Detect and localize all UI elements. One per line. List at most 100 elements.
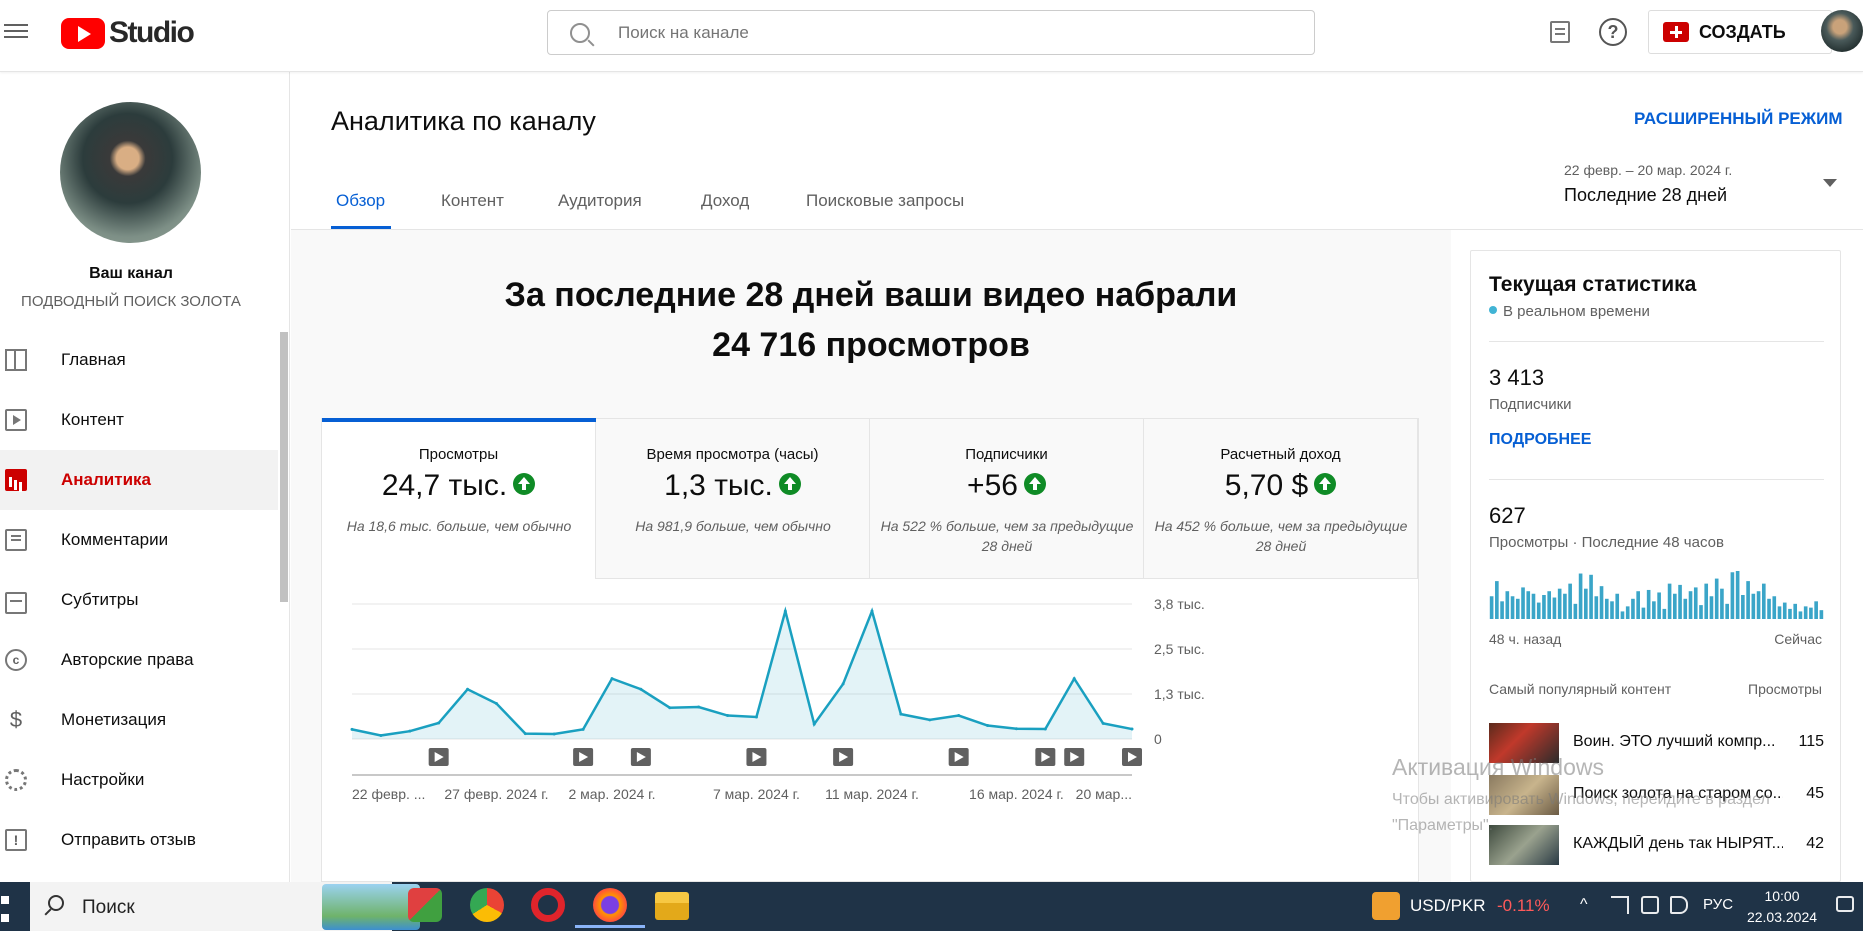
- mini-bar: [1699, 605, 1703, 619]
- search-icon: [48, 895, 64, 911]
- data-point: [523, 732, 527, 736]
- sidebar: Ваш канал ПОДВОДНЫЙ ПОИСК ЗОЛОТА Главная…: [0, 72, 290, 882]
- mini-bar: [1741, 595, 1745, 619]
- advanced-mode-link[interactable]: РАСШИРЕННЫЙ РЕЖИМ: [1634, 109, 1843, 129]
- sidebar-item-subtitles[interactable]: Субтитры: [0, 570, 278, 630]
- date-preset-select[interactable]: Последние 28 дней: [1564, 185, 1727, 206]
- mini-bar: [1652, 601, 1656, 619]
- search-input[interactable]: [618, 22, 1218, 43]
- channel-avatar[interactable]: [60, 102, 201, 243]
- sidebar-item-feedback[interactable]: ! Отправить отзыв: [0, 810, 278, 870]
- mini-bar: [1625, 606, 1630, 619]
- create-button[interactable]: СОЗДАТЬ: [1648, 10, 1832, 54]
- sidebar-item-analytics[interactable]: Аналитика: [0, 450, 278, 510]
- mini-bar: [1814, 601, 1818, 619]
- data-point: [986, 724, 990, 727]
- tab-search-queries[interactable]: Поисковые запросы: [806, 191, 964, 211]
- tab-audience[interactable]: Аудитория: [558, 191, 642, 211]
- volume-icon[interactable]: [1670, 896, 1688, 914]
- taskbar-search[interactable]: Поиск: [30, 882, 420, 931]
- notifications-icon[interactable]: [1836, 896, 1854, 912]
- mini-bar: [1819, 610, 1824, 619]
- content-icon: [5, 409, 27, 431]
- mini-bar: [1620, 611, 1625, 619]
- sidebar-item-dashboard[interactable]: Главная: [0, 330, 278, 390]
- sidebar-item-label: Комментарии: [61, 530, 169, 549]
- caret-down-icon[interactable]: [1823, 179, 1837, 187]
- logo-text: Studio: [109, 16, 195, 49]
- app-icon[interactable]: [408, 888, 442, 922]
- battery-icon[interactable]: [1641, 896, 1659, 914]
- monetization-icon: $: [9, 707, 23, 732]
- metric-views[interactable]: Просмотры 24,7 тыс. На 18,6 тыс. больше,…: [322, 418, 596, 579]
- metric-value: 5,70 $: [1144, 469, 1417, 503]
- chrome-icon[interactable]: [470, 888, 504, 922]
- file-explorer-icon[interactable]: [655, 892, 689, 920]
- menu-icon[interactable]: [4, 20, 28, 42]
- metric-watch-time[interactable]: Время просмотра (часы) 1,3 тыс. На 981,9…: [596, 419, 870, 579]
- x-tick-label: 27 февр. 2024 г.: [444, 786, 548, 802]
- sidebar-item-label: Монетизация: [61, 710, 167, 729]
- metric-note: На 981,9 больше, чем обычно: [635, 518, 831, 534]
- tab-content[interactable]: Контент: [441, 191, 504, 211]
- taskbar-clock[interactable]: 10:00 22.03.2024: [1746, 886, 1818, 928]
- wifi-icon[interactable]: [1611, 896, 1629, 914]
- mini-bar: [1578, 573, 1583, 619]
- metrics-card: Просмотры 24,7 тыс. На 18,6 тыс. больше,…: [321, 418, 1419, 882]
- y-tick-label: 3,8 тыс.: [1154, 596, 1205, 612]
- x-tick-label: 22 февр. ...: [352, 786, 425, 802]
- sidebar-item-label: Авторские права: [61, 650, 194, 669]
- y-tick-label: 1,3 тыс.: [1154, 686, 1205, 702]
- page-title: Аналитика по каналу: [331, 106, 596, 136]
- mini-bar: [1641, 607, 1646, 619]
- mini-bar: [1782, 602, 1787, 619]
- sidebar-item-label: Аналитика: [61, 470, 151, 489]
- sidebar-item-label: Отправить отзыв: [61, 830, 196, 849]
- message-icon[interactable]: [1550, 21, 1570, 43]
- help-icon[interactable]: ?: [1599, 18, 1627, 46]
- windows-start-icon[interactable]: [0, 892, 18, 922]
- taskbar-search-label: Поиск: [82, 897, 135, 918]
- channel-name: ПОДВОДНЫЙ ПОИСК ЗОЛОТА: [21, 293, 241, 310]
- data-point: [1014, 727, 1018, 731]
- sidebar-item-copyright[interactable]: c Авторские права: [0, 630, 278, 690]
- data-point: [899, 712, 903, 716]
- tray-chevron-icon[interactable]: ^: [1580, 896, 1588, 914]
- currency-widget-icon[interactable]: [1372, 892, 1400, 920]
- mini-bar: [1735, 571, 1740, 619]
- data-point: [408, 729, 412, 733]
- windows-activation-text: Чтобы активировать Windows, перейдите в …: [1392, 791, 1770, 834]
- mini-chart-axis-left: 48 ч. назад: [1489, 631, 1562, 647]
- opera-icon[interactable]: [531, 888, 565, 922]
- data-point: [379, 733, 383, 737]
- search-bar[interactable]: [547, 10, 1315, 55]
- metric-subscribers[interactable]: Подписчики +56 На 522 % больше, чем за п…: [870, 419, 1144, 579]
- sidebar-item-comments[interactable]: Комментарии: [0, 510, 278, 570]
- mini-bar: [1772, 596, 1777, 619]
- tab-revenue[interactable]: Доход: [701, 191, 749, 211]
- metric-revenue[interactable]: Расчетный доход 5,70 $ На 452 % больше, …: [1144, 419, 1418, 579]
- language-indicator[interactable]: РУС: [1703, 896, 1733, 913]
- sidebar-item-label: Субтитры: [61, 590, 139, 609]
- mini-bar: [1678, 584, 1682, 619]
- account-avatar[interactable]: [1821, 10, 1863, 52]
- tab-overview[interactable]: Обзор: [336, 191, 385, 211]
- sidebar-item-monetization[interactable]: $ Монетизация: [0, 690, 278, 750]
- taskbar: Поиск USD/PKR -0.11% ^ РУС 10:00 22.03.2…: [0, 882, 1863, 931]
- firefox-icon[interactable]: [575, 888, 645, 928]
- video-marker-icon: [1122, 748, 1142, 766]
- sidebar-item-settings[interactable]: Настройки: [0, 750, 278, 810]
- sidebar-scrollbar[interactable]: [280, 332, 288, 602]
- views-48h-chart: [1489, 571, 1824, 619]
- mini-bar: [1599, 586, 1604, 619]
- channel-label: Ваш канал: [89, 265, 173, 282]
- currency-change: -0.11%: [1497, 896, 1550, 915]
- more-details-link[interactable]: ПОДРОБНЕЕ: [1489, 431, 1591, 449]
- sidebar-item-content[interactable]: Контент: [0, 390, 278, 450]
- dashboard-icon: [5, 349, 27, 371]
- mini-bar: [1657, 592, 1661, 619]
- headline-line-1: За последние 28 дней ваши видео набрали: [504, 276, 1238, 314]
- studio-logo[interactable]: Studio: [61, 16, 195, 50]
- arrow-up-icon: [513, 473, 536, 496]
- mini-bar: [1521, 587, 1525, 619]
